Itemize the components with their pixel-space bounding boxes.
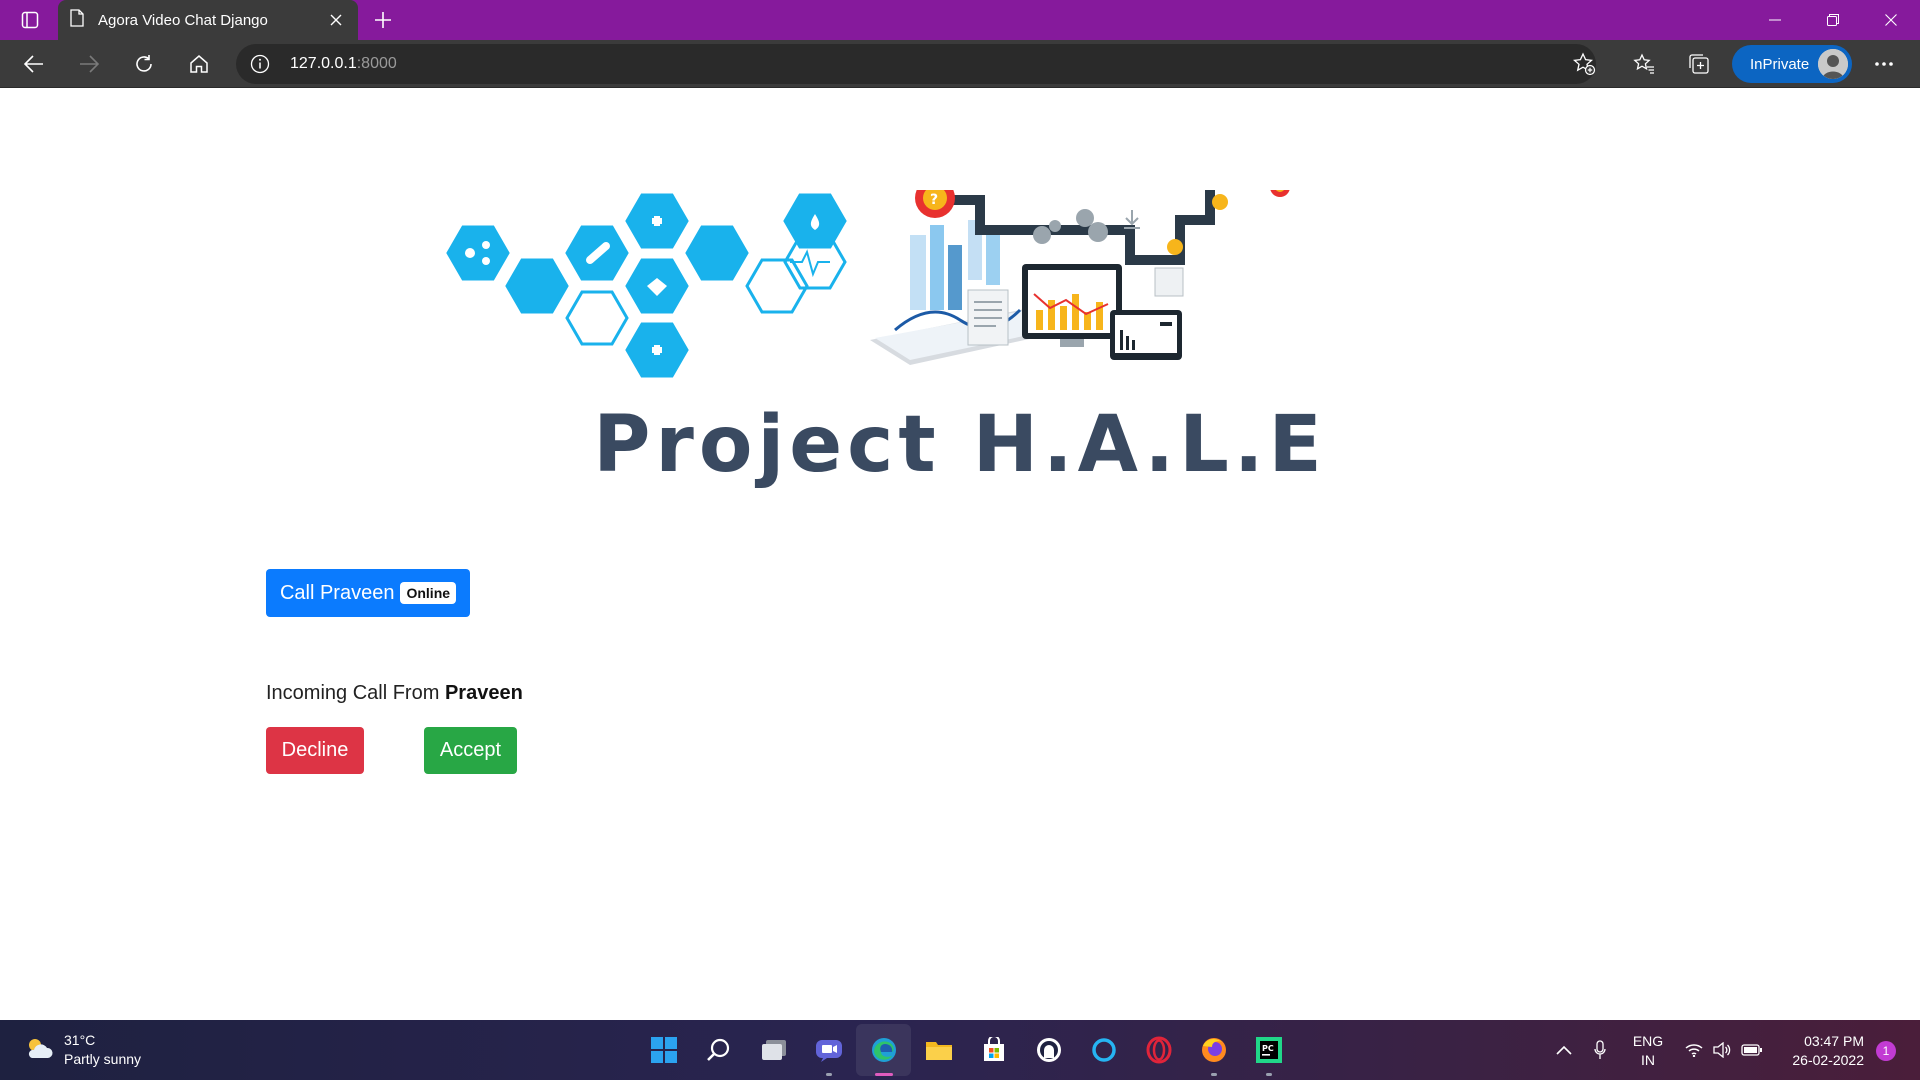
add-favorite-icon[interactable] <box>1572 52 1596 76</box>
browser-toolbar: 127.0.0.1:8000 InPrivate <box>0 40 1920 88</box>
inprivate-label: InPrivate <box>1750 55 1810 73</box>
taskbar-apps: PC <box>636 1020 1296 1080</box>
info-icon[interactable] <box>250 54 270 74</box>
close-tab-icon[interactable] <box>326 10 346 30</box>
caller-name: Praveen <box>444 682 523 704</box>
weather-condition: Partly sunny <box>64 1051 142 1067</box>
inprivate-button[interactable]: InPrivate <box>1732 45 1852 83</box>
tab-actions-icon[interactable] <box>12 7 48 33</box>
home-icon[interactable] <box>181 46 217 82</box>
online-status-badge: Online <box>400 582 457 604</box>
page-title: Project H.A.L.E <box>593 400 1327 490</box>
more-options-icon[interactable] <box>1866 46 1902 82</box>
medical-hexagon-icons <box>446 193 847 378</box>
address-url[interactable]: 127.0.0.1:8000 <box>290 55 397 73</box>
favorites-icon[interactable] <box>1626 46 1662 82</box>
weather-widget[interactable]: 31°C Partly sunny <box>24 1030 141 1070</box>
call-praveen-button[interactable]: Call Praveen Online <box>266 569 470 617</box>
svg-text:PC: PC <box>1262 1044 1274 1053</box>
clock-time: 03:47 PM <box>1804 1033 1864 1049</box>
cortana-icon[interactable] <box>1076 1020 1131 1080</box>
refresh-icon[interactable] <box>126 46 162 82</box>
clock[interactable]: 03:47 PM 26-02-2022 <box>1770 1032 1864 1070</box>
wifi-icon[interactable] <box>1682 1020 1706 1080</box>
microsoft-store-icon[interactable] <box>966 1020 1021 1080</box>
incoming-call-prefix: Incoming Call From <box>266 682 440 704</box>
forward-arrow-icon[interactable] <box>71 46 107 82</box>
volume-icon[interactable] <box>1710 1020 1734 1080</box>
github-desktop-icon[interactable] <box>1021 1020 1076 1080</box>
decline-button[interactable]: Decline <box>266 727 364 774</box>
teams-chat-icon[interactable] <box>801 1020 856 1080</box>
firefox-icon[interactable] <box>1186 1020 1241 1080</box>
close-window-icon[interactable] <box>1862 0 1920 40</box>
partly-sunny-icon <box>24 1036 54 1065</box>
pycharm-icon[interactable]: PC <box>1241 1020 1296 1080</box>
notification-badge[interactable]: 1 <box>1876 1041 1896 1061</box>
profile-avatar-icon <box>1818 49 1848 79</box>
hero-illustration: ? <box>430 155 1490 380</box>
minimize-icon[interactable] <box>1746 0 1804 40</box>
browser-titlebar: Agora Video Chat Django <box>0 0 1920 40</box>
battery-icon[interactable] <box>1738 1020 1766 1080</box>
new-tab-button[interactable] <box>368 5 398 35</box>
microphone-icon[interactable] <box>1588 1020 1612 1080</box>
windows-taskbar: 31°C Partly sunny PC ENG IN 03:47 PM 26-… <box>0 1020 1920 1080</box>
chevron-up-icon[interactable] <box>1552 1020 1576 1080</box>
page-icon <box>70 8 84 32</box>
accept-button[interactable]: Accept <box>424 727 517 774</box>
back-arrow-icon[interactable] <box>16 46 52 82</box>
file-explorer-icon[interactable] <box>911 1020 966 1080</box>
clock-date: 26-02-2022 <box>1792 1052 1864 1068</box>
svg-text:?: ? <box>930 192 938 208</box>
opera-icon[interactable] <box>1131 1020 1186 1080</box>
search-icon[interactable] <box>691 1020 746 1080</box>
language-indicator[interactable]: ENG IN <box>1628 1032 1668 1070</box>
restore-icon[interactable] <box>1804 0 1862 40</box>
incoming-call-text: Incoming Call From Praveen <box>266 682 523 705</box>
windows-start-icon[interactable] <box>636 1020 691 1080</box>
edge-browser-icon[interactable] <box>856 1024 911 1076</box>
call-button-label: Call Praveen <box>279 581 395 604</box>
browser-tab-active[interactable]: Agora Video Chat Django <box>58 0 358 40</box>
address-bar[interactable]: 127.0.0.1:8000 <box>236 44 1596 84</box>
data-automation-illustration: ? <box>915 155 1375 360</box>
collections-icon[interactable] <box>1681 46 1717 82</box>
task-view-icon[interactable] <box>746 1020 801 1080</box>
tab-title: Agora Video Chat Django <box>98 11 268 29</box>
weather-temperature: 31°C <box>64 1032 96 1048</box>
